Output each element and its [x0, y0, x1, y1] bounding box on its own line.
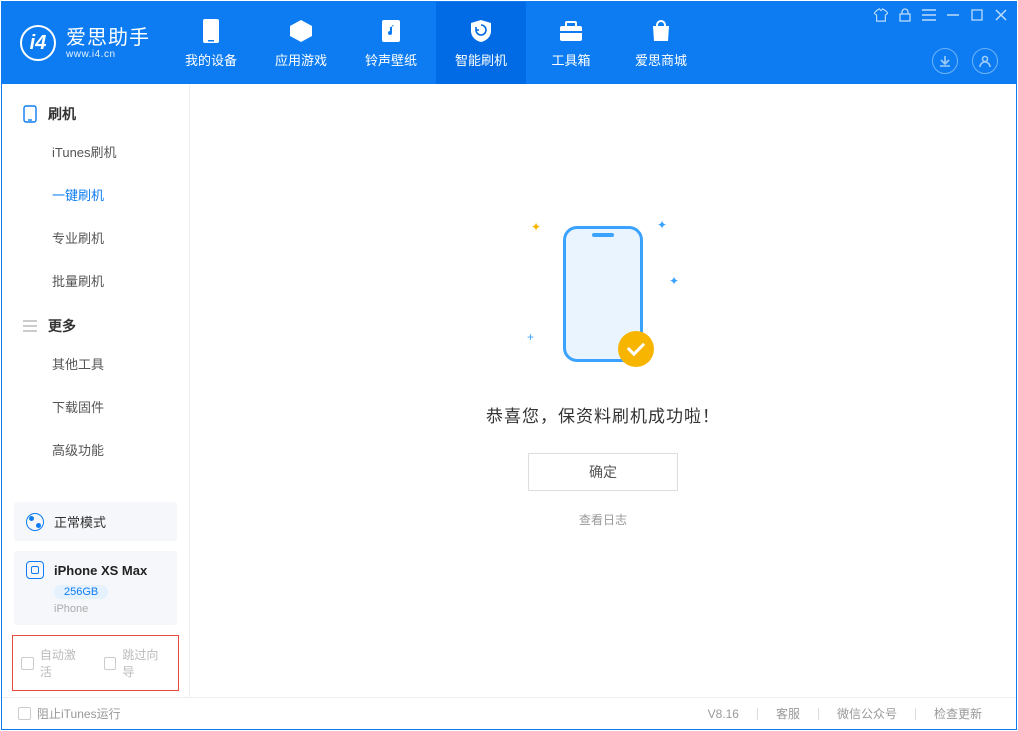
view-log-link[interactable]: 查看日志 — [579, 511, 627, 528]
list-icon — [22, 318, 38, 334]
minimize-icon[interactable] — [946, 8, 960, 22]
success-illustration: ✦ ✦ + ✦ — [523, 214, 683, 374]
sparkle-icon: ✦ — [669, 274, 679, 288]
sidebar-item-batch-flash[interactable]: 批量刷机 — [2, 259, 189, 302]
sidebar-group-more: 更多 — [2, 310, 189, 342]
tab-apps-games[interactable]: 应用游戏 — [256, 2, 346, 84]
tab-label: 应用游戏 — [275, 50, 327, 69]
music-note-icon — [378, 18, 404, 44]
sidebar-item-other-tools[interactable]: 其他工具 — [2, 342, 189, 385]
cube-icon — [288, 18, 314, 44]
device-icon — [22, 106, 38, 122]
checkbox-block-itunes[interactable]: 阻止iTunes运行 — [18, 705, 121, 722]
download-icon[interactable] — [932, 48, 958, 74]
checkbox-label: 跳过向导 — [122, 646, 170, 680]
close-icon[interactable] — [994, 8, 1008, 22]
footer: 阻止iTunes运行 V8.16 客服 微信公众号 检查更新 — [2, 697, 1016, 729]
sidebar-group-label: 更多 — [48, 316, 76, 336]
tab-label: 爱思商城 — [635, 50, 687, 69]
footer-link-support[interactable]: 客服 — [758, 705, 818, 722]
tab-my-device[interactable]: 我的设备 — [166, 2, 256, 84]
checkbox-auto-activate[interactable]: 自动激活 — [21, 646, 88, 680]
logo-icon: i4 — [20, 25, 56, 61]
version-label: V8.16 — [708, 707, 739, 721]
sparkle-icon: + — [527, 330, 534, 344]
maximize-icon[interactable] — [970, 8, 984, 22]
checkbox-icon — [18, 707, 31, 720]
sparkle-icon: ✦ — [531, 220, 541, 234]
tab-store[interactable]: 爱思商城 — [616, 2, 706, 84]
sparkle-icon: ✦ — [657, 218, 667, 232]
success-message: 恭喜您，保资料刷机成功啦！ — [486, 402, 720, 427]
device-phone-icon — [26, 561, 44, 579]
footer-link-update[interactable]: 检查更新 — [916, 705, 1000, 722]
tab-label: 铃声壁纸 — [365, 50, 417, 69]
app-title: 爱思助手 — [66, 27, 150, 49]
sidebar-item-download-firmware[interactable]: 下载固件 — [2, 385, 189, 428]
toolbox-icon — [558, 18, 584, 44]
sidebar-item-pro-flash[interactable]: 专业刷机 — [2, 216, 189, 259]
mode-card[interactable]: 正常模式 — [14, 502, 177, 541]
device-name: iPhone XS Max — [54, 563, 147, 578]
menu-icon[interactable] — [922, 8, 936, 22]
sidebar: 刷机 iTunes刷机 一键刷机 专业刷机 批量刷机 更多 其他工具 下载固件 … — [2, 84, 190, 697]
checkbox-label: 阻止iTunes运行 — [37, 705, 121, 722]
app-url: www.i4.cn — [66, 49, 150, 60]
header-actions — [932, 48, 998, 74]
shopping-bag-icon — [648, 18, 674, 44]
tab-smart-flash[interactable]: 智能刷机 — [436, 2, 526, 84]
tab-label: 智能刷机 — [455, 50, 507, 69]
main-content: ✦ ✦ + ✦ 恭喜您，保资料刷机成功啦！ 确定 查看日志 — [190, 84, 1016, 697]
device-card[interactable]: iPhone XS Max 256GB iPhone — [14, 551, 177, 625]
tab-label: 工具箱 — [551, 50, 590, 69]
tab-toolbox[interactable]: 工具箱 — [526, 2, 616, 84]
flash-options-row: 自动激活 跳过向导 — [12, 635, 179, 691]
sidebar-group-label: 刷机 — [48, 104, 76, 124]
phone-icon — [198, 18, 224, 44]
device-capacity: 256GB — [54, 585, 108, 599]
ok-button[interactable]: 确定 — [528, 453, 678, 491]
checkbox-label: 自动激活 — [40, 646, 88, 680]
lock-icon[interactable] — [898, 8, 912, 22]
checkbox-icon — [21, 657, 34, 670]
device-type: iPhone — [54, 603, 165, 615]
body: 刷机 iTunes刷机 一键刷机 专业刷机 批量刷机 更多 其他工具 下载固件 … — [2, 84, 1016, 697]
main-tabs: 我的设备 应用游戏 铃声壁纸 智能刷机 工具箱 爱思商城 — [166, 2, 706, 84]
user-icon[interactable] — [972, 48, 998, 74]
window-controls — [874, 8, 1008, 22]
tab-label: 我的设备 — [185, 50, 237, 69]
app-window: i4 爱思助手 www.i4.cn 我的设备 应用游戏 铃声壁纸 智能刷机 — [1, 1, 1017, 730]
mode-icon — [26, 513, 44, 531]
footer-link-wechat[interactable]: 微信公众号 — [819, 705, 915, 722]
app-logo: i4 爱思助手 www.i4.cn — [2, 2, 166, 84]
sidebar-item-onekey-flash[interactable]: 一键刷机 — [2, 173, 189, 216]
tab-ringtones-wallpapers[interactable]: 铃声壁纸 — [346, 2, 436, 84]
tshirt-icon[interactable] — [874, 8, 888, 22]
mode-label: 正常模式 — [54, 512, 106, 531]
checkbox-skip-guide[interactable]: 跳过向导 — [104, 646, 171, 680]
header: i4 爱思助手 www.i4.cn 我的设备 应用游戏 铃声壁纸 智能刷机 — [2, 2, 1016, 84]
checkbox-icon — [104, 657, 117, 670]
sidebar-item-advanced[interactable]: 高级功能 — [2, 428, 189, 471]
sidebar-item-itunes-flash[interactable]: iTunes刷机 — [2, 130, 189, 173]
shield-refresh-icon — [468, 18, 494, 44]
phone-illustration — [563, 226, 643, 362]
success-badge-icon — [618, 331, 654, 367]
sidebar-group-flash: 刷机 — [2, 98, 189, 130]
